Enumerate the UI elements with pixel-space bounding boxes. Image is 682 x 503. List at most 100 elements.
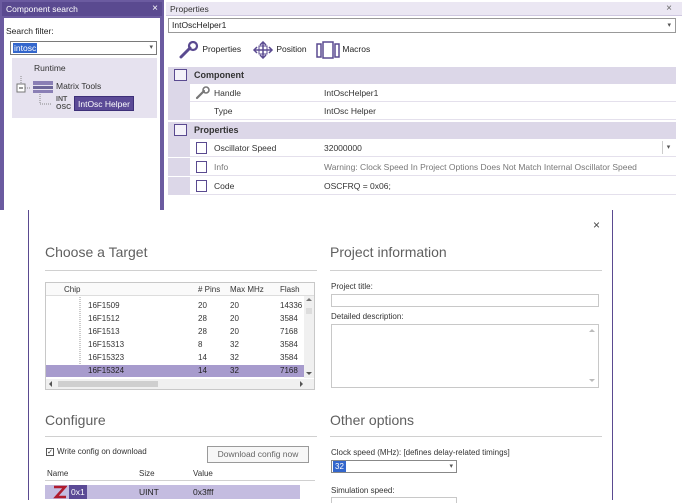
property-name: Oscillator Speed [214, 143, 277, 153]
project-title-label: Project title: [331, 282, 373, 291]
project-title-input[interactable] [331, 294, 599, 307]
table-row[interactable]: 16F15313 8 32 3584 [46, 339, 304, 351]
table-row-selected[interactable]: 16F15324 14 32 7168 [46, 365, 304, 377]
scroll-arrows-icon [49, 381, 303, 387]
table-row[interactable]: 16F1513 28 20 7168 [46, 326, 304, 338]
property-row-type[interactable]: Type IntOsc Helper [168, 102, 676, 120]
chip-cell: 16F15313 [88, 340, 125, 349]
column-header-flash[interactable]: Flash [280, 283, 300, 296]
list-icon [196, 161, 207, 173]
chevron-down-icon[interactable]: ▾ [662, 141, 674, 154]
divider [45, 436, 317, 437]
chip-cell: 16F1513 [88, 327, 120, 336]
flash-cell: 3584 [280, 340, 298, 349]
column-header-max-mhz[interactable]: Max MHz [230, 283, 264, 296]
config-header-name[interactable]: Name [47, 469, 68, 478]
property-value[interactable]: 32000000 [324, 139, 362, 157]
wrench-icon [179, 40, 199, 59]
macros-icon [316, 41, 340, 59]
property-value[interactable]: OSCFRQ = 0x06; [324, 177, 391, 195]
flash-cell: 7168 [280, 327, 298, 336]
chip-cell: 16F1509 [88, 301, 120, 310]
config-header-size[interactable]: Size [139, 469, 155, 478]
target-chip-table[interactable]: Chip # Pins Max MHz Flash 16F1509 20 20 … [45, 282, 315, 390]
write-config-label: Write config on download [57, 447, 147, 456]
config-header-value[interactable]: Value [193, 469, 213, 478]
clock-speed-select[interactable]: 32 ▾ [331, 460, 457, 473]
section-properties[interactable]: Properties [168, 122, 676, 139]
write-config-checkbox[interactable]: ✓ [46, 448, 54, 456]
tree-item-matrix-tools[interactable]: Matrix Tools [56, 81, 101, 91]
property-row-code[interactable]: Code OSCFRQ = 0x06; [168, 177, 676, 195]
config-row[interactable]: 0x1 UINT 0x3fff [45, 485, 300, 499]
pins-cell: 14 [198, 366, 207, 375]
property-name: Type [214, 106, 233, 116]
row-gutter [168, 102, 190, 120]
object-selector[interactable]: IntOscHelper1 ▾ [168, 18, 676, 33]
chip-cell: 16F15324 [88, 366, 125, 375]
property-name: Handle [214, 88, 241, 98]
vertical-scrollbar[interactable] [304, 296, 314, 378]
config-value-cell: 0x3fff [193, 487, 214, 497]
chevron-down-icon[interactable]: ▾ [449, 461, 453, 472]
list-icon [196, 142, 207, 154]
divider [45, 480, 315, 481]
pins-cell: 28 [198, 327, 207, 336]
chevron-down-icon[interactable]: ▾ [667, 19, 671, 32]
pins-cell: 28 [198, 314, 207, 323]
project-options-dialog: × Choose a Target Project information Ch… [28, 210, 613, 503]
mhz-cell: 20 [230, 327, 239, 336]
flash-cell: 7168 [280, 366, 298, 375]
macros-tool-label: Macros [342, 44, 371, 54]
detailed-description-textarea[interactable] [331, 324, 599, 388]
tree-item-intosc-helper[interactable]: IntOsc Helper [74, 96, 134, 111]
property-row-info[interactable]: Info Warning: Clock Speed In Project Opt… [168, 158, 676, 176]
macros-tool-button[interactable]: Macros [316, 40, 371, 59]
table-row[interactable]: 16F1509 20 20 14336 [46, 300, 304, 312]
row-gutter [168, 177, 190, 195]
section-component[interactable]: Component [168, 67, 676, 84]
chevron-down-icon[interactable]: ▾ [149, 42, 153, 54]
z-logo-icon [53, 485, 67, 499]
matrix-tools-icon [33, 81, 53, 93]
list-icon [196, 180, 207, 192]
column-header-pins[interactable]: # Pins [198, 283, 220, 296]
flash-cell: 14336 [280, 301, 303, 310]
search-filter-input[interactable]: intosc ▾ [10, 41, 157, 55]
divider [330, 270, 602, 271]
scroll-arrows-icon [589, 329, 595, 382]
configure-heading: Configure [45, 412, 106, 428]
mhz-cell: 32 [230, 353, 239, 362]
close-icon[interactable]: × [152, 2, 158, 16]
clock-speed-value: 32 [333, 461, 346, 472]
property-value: IntOsc Helper [324, 106, 376, 116]
table-row[interactable]: 16F1512 28 20 3584 [46, 313, 304, 325]
scroll-arrows-icon [306, 298, 312, 375]
close-icon[interactable]: × [666, 2, 672, 16]
property-name: Info [214, 162, 229, 172]
property-row-oscillator-speed[interactable]: Oscillator Speed 32000000 ▾ [168, 139, 676, 157]
table-row[interactable]: 16F15323 14 32 3584 [46, 352, 304, 364]
position-tool-button[interactable]: Position [252, 40, 307, 59]
position-tool-label: Position [276, 44, 307, 54]
horizontal-scrollbar[interactable] [46, 379, 314, 389]
other-options-heading: Other options [330, 412, 415, 428]
properties-tool-label: Properties [202, 44, 242, 54]
object-selector-value: IntOscHelper1 [172, 20, 227, 30]
component-search-header: Component search × [2, 2, 162, 16]
properties-tool-button[interactable]: Properties [178, 40, 242, 59]
simulation-speed-select[interactable] [331, 497, 457, 503]
download-config-button[interactable]: Download config now [207, 446, 309, 463]
property-name: Code [214, 181, 235, 191]
mhz-cell: 20 [230, 314, 239, 323]
close-icon[interactable]: × [593, 218, 600, 232]
detailed-description-label: Detailed description: [331, 312, 404, 321]
chip-icon-label-bottom: OSC [56, 104, 72, 111]
property-value[interactable]: IntOscHelper1 [324, 84, 378, 102]
choose-target-heading: Choose a Target [45, 244, 148, 260]
search-filter-value: intosc [13, 43, 38, 53]
tree-item-runtime[interactable]: Runtime [34, 63, 66, 73]
section-icon [174, 124, 187, 136]
column-header-chip[interactable]: Chip [64, 283, 80, 296]
property-row-handle[interactable]: Handle IntOscHelper1 [168, 84, 676, 102]
